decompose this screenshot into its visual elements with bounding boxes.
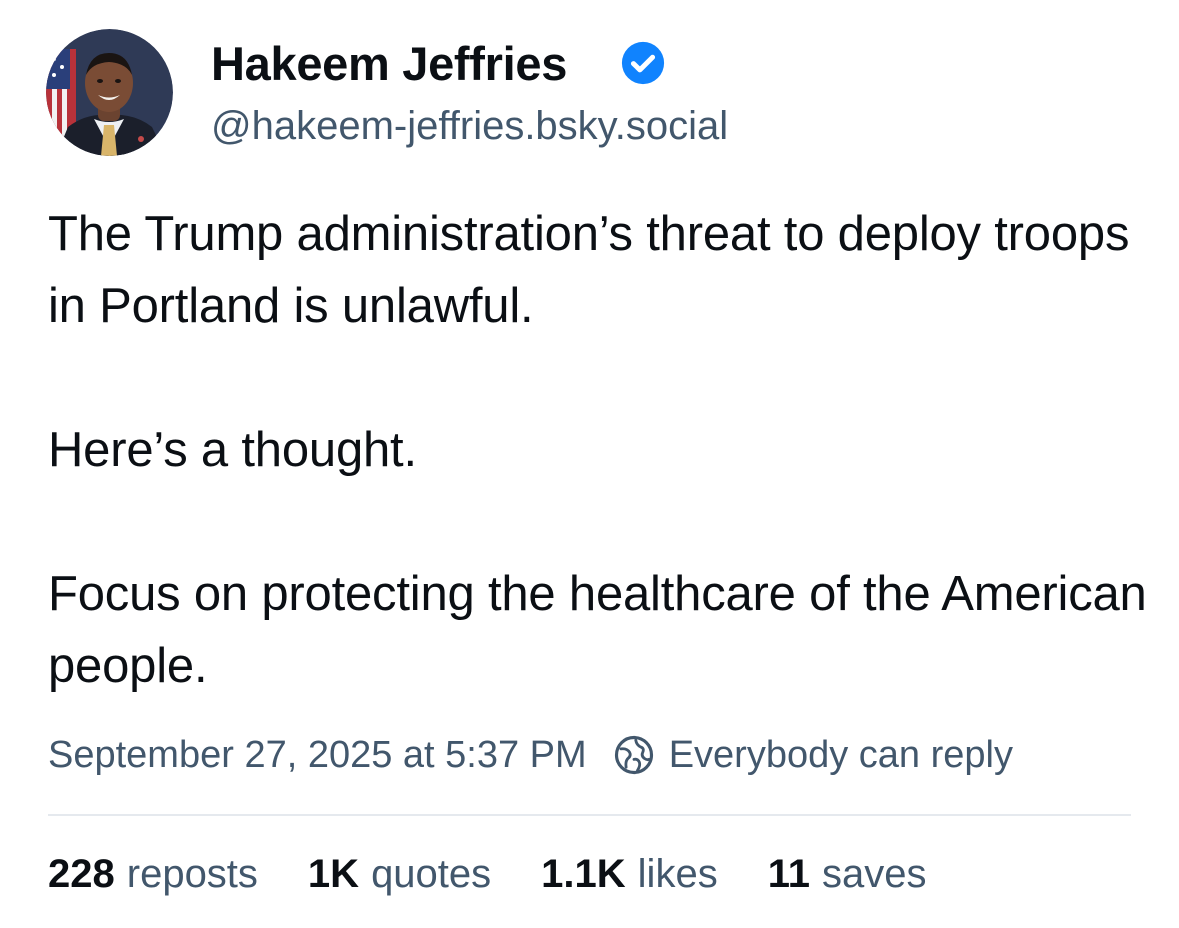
reply-setting[interactable]: Everybody can reply (613, 734, 1013, 777)
quotes-label: quotes (371, 852, 492, 896)
saves-count: 11 (767, 852, 810, 896)
author-handle[interactable]: @hakeem-jeffries.bsky.social (211, 100, 728, 152)
post-paragraph: Here’s a thought. (48, 423, 417, 477)
reply-setting-label: Everybody can reply (668, 733, 1013, 776)
post-paragraph: Focus on protecting the healthcare of th… (48, 567, 1147, 693)
divider (48, 814, 1131, 816)
likes-label: likes (637, 852, 718, 896)
author-avatar[interactable] (46, 29, 173, 156)
post-paragraph: The Trump administration’s threat to dep… (48, 207, 1130, 333)
quotes-stat[interactable]: 1K quotes (308, 852, 491, 897)
likes-count: 1.1K (541, 852, 626, 896)
globe-icon (614, 735, 653, 775)
reposts-stat[interactable]: 228 reposts (48, 852, 258, 897)
likes-stat[interactable]: 1.1K likes (541, 852, 718, 897)
avatar-image (46, 29, 173, 156)
verified-badge-icon[interactable] (620, 40, 666, 86)
post-text: The Trump administration’s threat to dep… (48, 198, 1148, 702)
reposts-label: reposts (126, 852, 258, 896)
saves-stat[interactable]: 11 saves (768, 852, 927, 897)
author-display-name[interactable]: Hakeem Jeffries (211, 36, 567, 92)
reposts-count: 228 (48, 852, 115, 896)
post-stats: 228 reposts 1K quotes 1.1K likes 11 save… (48, 852, 977, 897)
post-timestamp[interactable]: September 27, 2025 at 5:37 PM (48, 734, 587, 777)
post-meta: September 27, 2025 at 5:37 PM Everybody … (48, 728, 1013, 782)
quotes-count: 1K (307, 852, 360, 896)
saves-label: saves (822, 852, 927, 896)
post-thread-item: Hakeem Jeffries @hakeem-jeffries.bsky.so… (0, 0, 1179, 928)
